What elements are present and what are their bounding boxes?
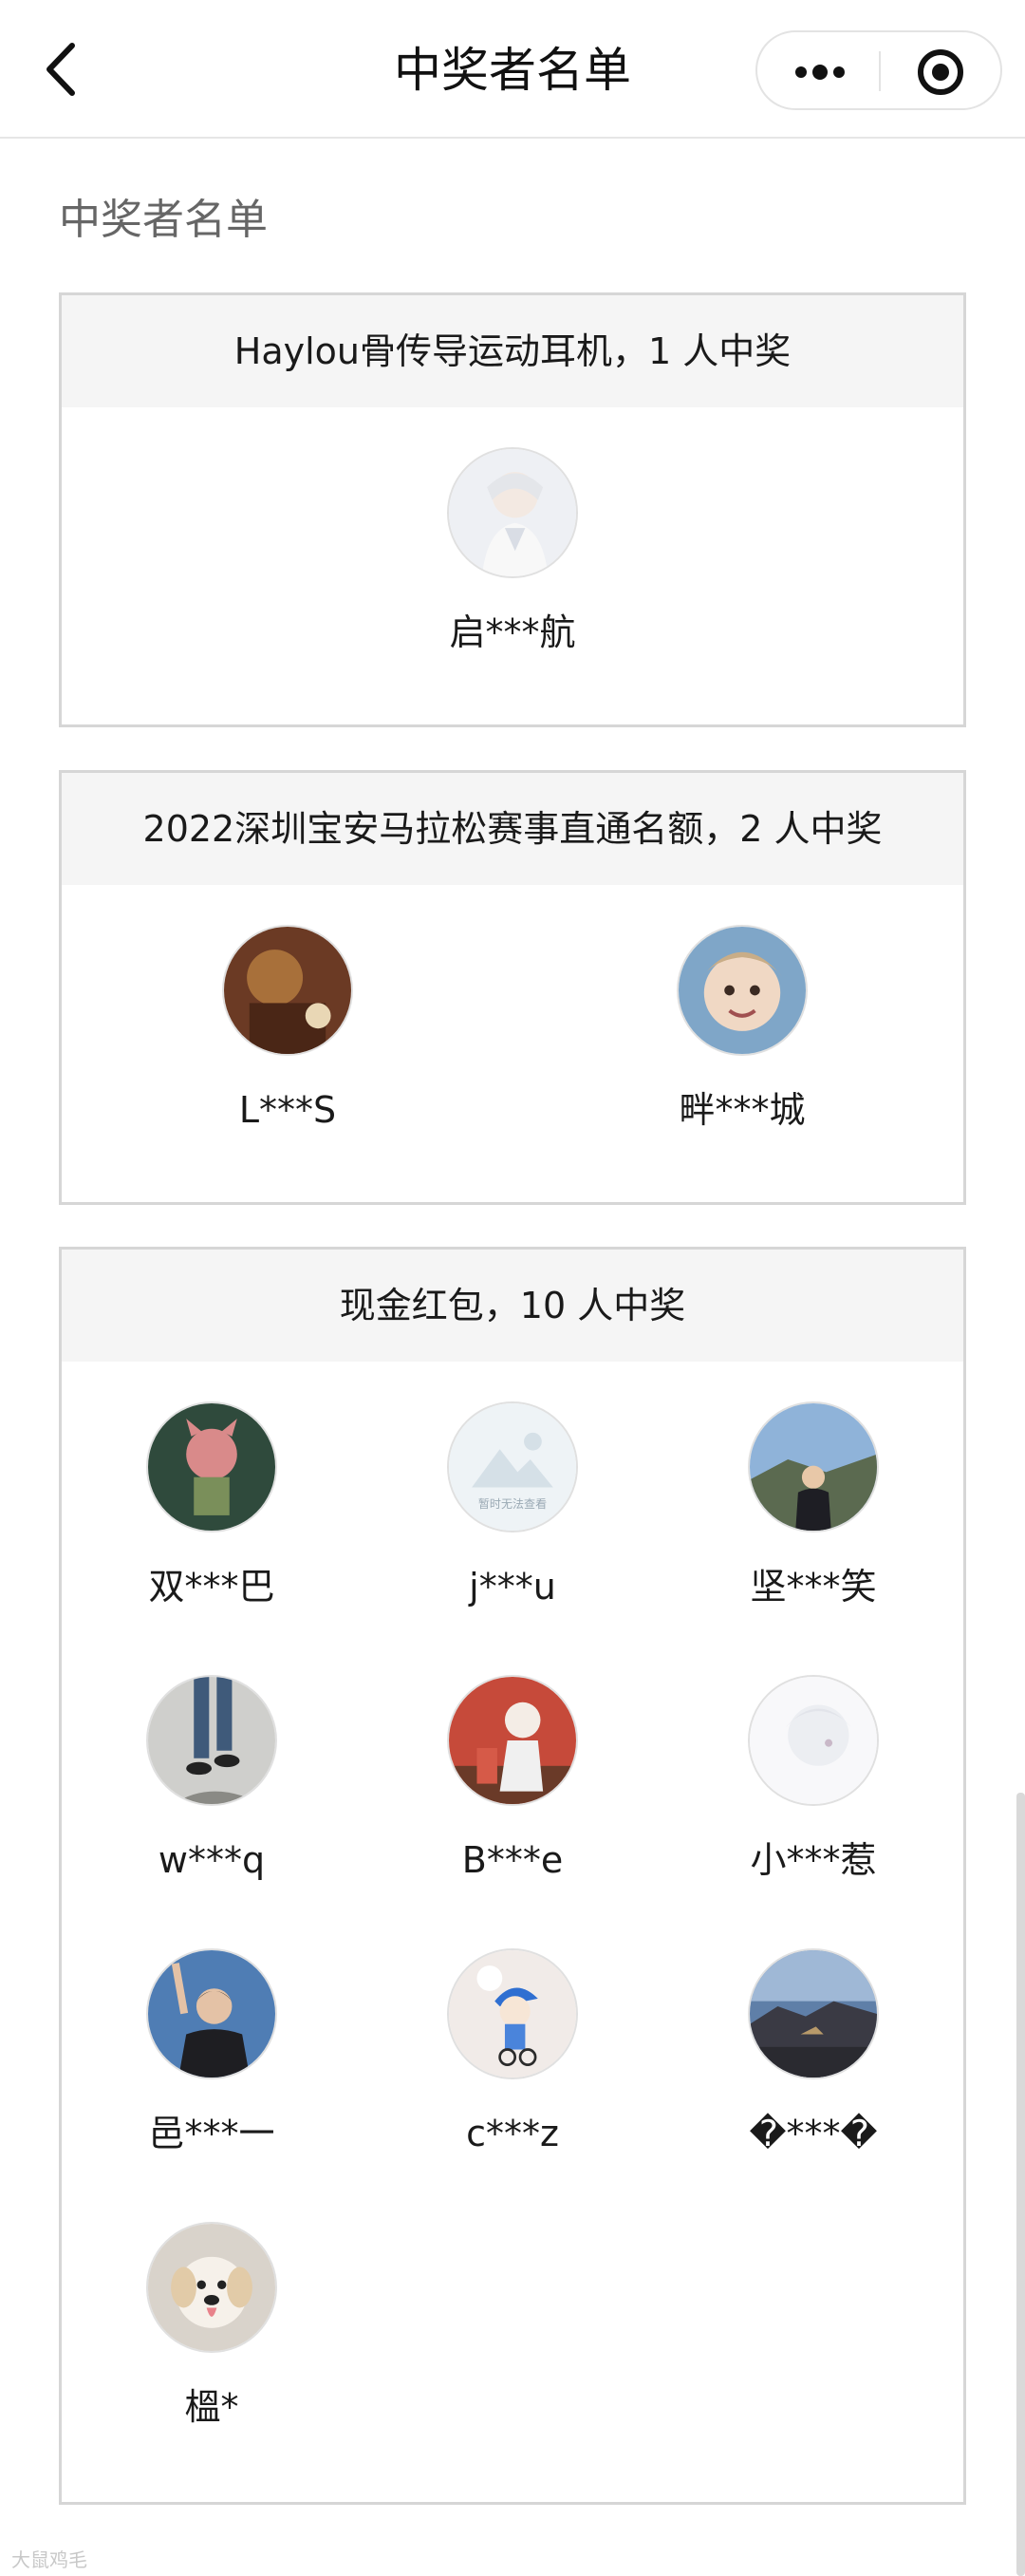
avatar (146, 1948, 277, 2079)
watermark: 大鼠鸡毛 (11, 2548, 87, 2571)
winner-item: 榲* (98, 2222, 326, 2429)
winner-item: 畔***城 (628, 925, 856, 1132)
more-dots-icon (795, 65, 845, 80)
winner-name: B***e (461, 1839, 564, 1881)
prize-card: 2022深圳宝安马拉松赛事直通名额，2 人中奖 L***S 畔***城 (59, 770, 966, 1205)
winner-name: 榲* (184, 2386, 239, 2428)
prize-card: 现金红包，10 人中奖 双***巴 暂时无法查看 j***u 坚***笑 w**… (59, 1247, 966, 2505)
winner-item: �***� (699, 1948, 927, 2155)
avatar (447, 1675, 578, 1806)
winner-name: 双***巴 (148, 1566, 275, 1608)
prize-card: Haylou骨传导运动耳机，1 人中奖 启***航 (59, 292, 966, 727)
winner-name: 畔***城 (679, 1089, 806, 1131)
avatar (677, 925, 808, 1056)
nav-bar: 中奖者名单 (0, 0, 1025, 139)
avatar (447, 447, 578, 578)
winner-name: 小***惹 (750, 1839, 877, 1881)
winner-item: 邑***一 (98, 1948, 326, 2155)
placeholder-text: 暂时无法查看 (478, 1497, 547, 1511)
winner-name: L***S (238, 1089, 337, 1131)
scrollbar[interactable] (1016, 1793, 1025, 2576)
section-title: 中奖者名单 (59, 196, 268, 244)
avatar (146, 1401, 277, 1532)
avatar (146, 1675, 277, 1806)
target-circle-icon (918, 49, 963, 95)
winner-item: c***z (399, 1948, 626, 2155)
winner-name: 坚***笑 (750, 1566, 877, 1608)
avatar (222, 925, 353, 1056)
prize-header: 2022深圳宝安马拉松赛事直通名额，2 人中奖 (62, 773, 963, 885)
close-button[interactable] (881, 32, 1000, 108)
winner-name: �***� (749, 2113, 878, 2154)
avatar (748, 1948, 879, 2079)
more-button[interactable] (757, 32, 879, 108)
avatar (447, 1948, 578, 2079)
avatar (748, 1675, 879, 1806)
avatar (146, 2222, 277, 2353)
prize-header: Haylou骨传导运动耳机，1 人中奖 (62, 295, 963, 407)
winner-item: L***S (174, 925, 401, 1132)
winner-item: w***q (98, 1675, 326, 1882)
avatar: 暂时无法查看 (447, 1401, 578, 1532)
winner-name: j***u (469, 1566, 556, 1608)
winner-item: B***e (399, 1675, 626, 1882)
winner-name: 邑***一 (148, 2113, 275, 2154)
winner-name: c***z (466, 2113, 559, 2154)
winner-name: 启***航 (449, 611, 576, 653)
winner-item: 双***巴 (98, 1401, 326, 1608)
prize-header: 现金红包，10 人中奖 (62, 1250, 963, 1362)
winner-item: 启***航 (399, 447, 626, 654)
winner-item: 暂时无法查看 j***u (399, 1401, 626, 1608)
capsule-menu (755, 30, 1002, 110)
winner-name: w***q (158, 1839, 266, 1881)
winner-item: 坚***笑 (699, 1401, 927, 1608)
winner-item: 小***惹 (699, 1675, 927, 1882)
avatar (748, 1401, 879, 1532)
